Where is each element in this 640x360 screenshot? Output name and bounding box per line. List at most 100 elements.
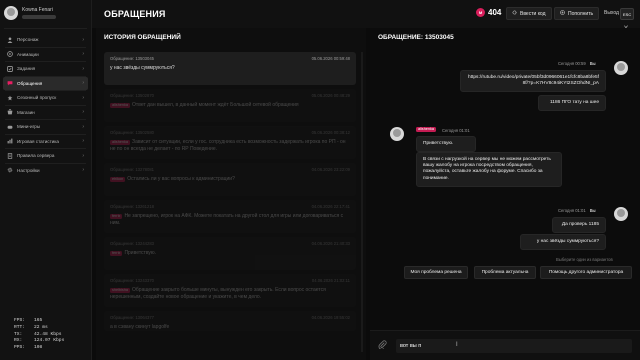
- sidebar-item-label: Правила сервера: [17, 153, 55, 159]
- text-cursor: I: [456, 342, 458, 348]
- quick-reply-other-admin-button[interactable]: Помощь другого администратора: [540, 266, 632, 279]
- sidebar-nav: Персонаж › Анимации › Задания › Обращени…: [0, 31, 91, 179]
- stat-value: 108: [34, 345, 43, 351]
- stats-icon: [7, 138, 13, 144]
- logout-label[interactable]: Выход: [604, 10, 619, 16]
- admin-tag: shelbisha: [110, 288, 131, 293]
- coin-icon: M: [476, 8, 485, 17]
- ticket-date: 04.06.2026 19:55:02: [311, 315, 350, 320]
- quick-reply-hint: Выберите один из вариантов: [556, 257, 613, 262]
- ticket-date: 05.06.2026 00:48:29: [311, 93, 350, 98]
- promo-code-label: Ввести код: [520, 10, 546, 17]
- sidebar-item-settings[interactable]: Настройки ›: [3, 164, 88, 178]
- ticket-text: Ответ дан вышел, в данный момент ждёт Бо…: [132, 102, 299, 108]
- ticket-date: 05.06.2026 00:38:12: [311, 130, 350, 135]
- message-meta: Сегодня 01:01 Вы: [558, 208, 596, 213]
- message-bubble-link[interactable]: https://rutube.ru/video/private/05bf3d09…: [460, 70, 606, 93]
- sidebar-item-server-rules[interactable]: Правила сервера ›: [3, 149, 88, 163]
- pass-icon: [7, 95, 13, 101]
- chevron-right-icon: ›: [82, 138, 84, 145]
- tasks-icon: [7, 65, 13, 72]
- ticket-date: 04.06.2026 23:22:09: [311, 167, 350, 172]
- message-author: Вы: [589, 61, 596, 66]
- ticket-item[interactable]: Обращение: 13243370 04.06.2026 21:02:11 …: [104, 274, 356, 307]
- ticket-date: 04.06.2026 21:40:33: [311, 241, 350, 246]
- ticket-item[interactable]: Обращение: 13503045 05.06.2026 00:59:48 …: [104, 52, 356, 85]
- header: ОБРАЩЕНИЯ M 404 Ввести код Пополнить Вых…: [92, 0, 640, 32]
- chevron-right-icon: ›: [82, 123, 84, 130]
- ticket-item[interactable]: Обращение: 13278081 04.06.2026 23:22:09 …: [104, 163, 356, 196]
- gear-icon: [512, 10, 517, 17]
- stat-key: PPS:: [14, 345, 26, 351]
- animation-icon: [7, 51, 13, 58]
- scrollbar[interactable]: [361, 52, 363, 352]
- admin-tag: ferrix: [110, 214, 123, 219]
- profile[interactable]: Kowna Fenari: [0, 0, 91, 26]
- ticket-text: Зависит от ситуации, если у гос. сотрудн…: [110, 139, 346, 152]
- quick-reply-actual-button[interactable]: Проблема актуальна: [474, 266, 536, 279]
- shop-icon: [7, 109, 13, 115]
- ticket-item[interactable]: Обращение: 13502580 05.06.2026 00:38:12 …: [104, 126, 356, 159]
- divider: [4, 28, 87, 29]
- chevron-right-icon: ›: [82, 109, 84, 116]
- sidebar-item-label: Игровая статистика: [17, 138, 59, 144]
- attach-icon[interactable]: [378, 340, 387, 351]
- avatar: [4, 6, 18, 20]
- avatar: [614, 207, 628, 221]
- sidebar-item-label: Персонаж: [17, 37, 39, 43]
- sidebar-item-minigames[interactable]: Мини-игры ›: [3, 120, 88, 134]
- history-title: ИСТОРИЯ ОБРАЩЕНИЙ: [104, 34, 181, 41]
- sidebar-item-animations[interactable]: Анимации ›: [3, 48, 88, 62]
- esc-button[interactable]: ESC: [620, 8, 635, 20]
- admin-tag: alishenka: [110, 103, 131, 108]
- profile-name: Kowna Fenari: [22, 7, 53, 13]
- sidebar-item-game-stats[interactable]: Игровая статистика ›: [3, 135, 88, 149]
- ticket-item[interactable]: Обращение: 13064377 04.06.2026 19:55:02 …: [104, 311, 356, 331]
- sidebar-item-tasks[interactable]: Задания ›: [3, 62, 88, 76]
- network-stats: FPS: 165 RTT: 22 ms TX: 42.48 Kbps RX: 124.0…: [14, 318, 64, 352]
- avatar: [390, 127, 404, 141]
- chevron-right-icon: ›: [82, 80, 84, 87]
- quick-reply-solved-button[interactable]: Моя проблема решена: [404, 266, 468, 279]
- ticket-list: Обращение: 13503045 05.06.2026 00:59:48 …: [104, 52, 356, 335]
- promo-code-button[interactable]: Ввести код: [506, 7, 552, 20]
- chevron-right-icon: ›: [82, 51, 84, 58]
- message-bubble: 1186 ПГО тату на шее: [538, 95, 606, 112]
- sidebar-item-label: Сезонный пропуск: [17, 95, 57, 101]
- chevron-right-icon: ›: [82, 167, 84, 174]
- sidebar-item-character[interactable]: Персонаж ›: [3, 33, 88, 47]
- sidebar-item-label: Магазин: [17, 109, 35, 115]
- message-meta: Сегодня 00:59 Вы: [558, 61, 596, 66]
- ticket-item[interactable]: Обращение: 13244283 04.06.2026 21:40:33 …: [104, 237, 356, 270]
- chat-icon: [7, 80, 13, 86]
- coin-balance: M 404: [476, 8, 501, 17]
- message-text: 1186 ПГО тату на шее: [549, 100, 599, 105]
- chat-title: ОБРАЩЕНИЕ: 13503045: [378, 34, 454, 41]
- chat-panel: ОБРАЩЕНИЕ: 13503045 Сегодня 00:59 Вы http…: [370, 28, 640, 360]
- message-bubble: В связи с нагрузкой на сервер мы не може…: [416, 152, 562, 187]
- sidebar-item-label: Задания: [17, 66, 36, 72]
- ticket-text: Не запрещено, игрок на АФК. Можете покат…: [110, 213, 344, 226]
- sidebar-item-shop[interactable]: Магазин ›: [3, 106, 88, 120]
- sidebar-item-label: Обращения: [17, 80, 43, 86]
- ticket-item[interactable]: Обращение: 13502870 05.06.2026 00:48:29 …: [104, 89, 356, 122]
- ticket-text: Остались ли у вас вопросы к администраци…: [127, 176, 235, 182]
- ticket-date: 05.06.2026 00:59:48: [311, 56, 350, 61]
- ticket-item[interactable]: Обращение: 13261218 04.06.2026 22:17:41 …: [104, 200, 356, 233]
- ticket-date: 04.06.2026 22:17:41: [311, 204, 350, 209]
- admin-tag: alishenka: [110, 140, 131, 145]
- topup-button[interactable]: Пополнить: [554, 7, 600, 20]
- stat-key: FPS:: [14, 318, 26, 323]
- sidebar-item-season-pass[interactable]: Сезонный пропуск ›: [3, 91, 88, 105]
- sidebar: Kowna Fenari Персонаж › Анимации › Задан…: [0, 0, 92, 360]
- ticket-text: а в сэвану скинут lapgolfe: [110, 324, 170, 330]
- message-text: https://rutube.ru/video/private/05bf3d09…: [468, 75, 599, 87]
- stat-key: RTT:: [14, 324, 26, 330]
- gear-icon: [7, 167, 13, 173]
- games-icon: [7, 124, 13, 130]
- chevron-right-icon: ›: [82, 65, 84, 72]
- stat-value: 22 ms: [34, 324, 48, 330]
- admin-tag: alishenka: [416, 127, 437, 132]
- sidebar-item-requests[interactable]: Обращения ›: [3, 76, 88, 90]
- message-input[interactable]: вот вы п: [396, 339, 632, 353]
